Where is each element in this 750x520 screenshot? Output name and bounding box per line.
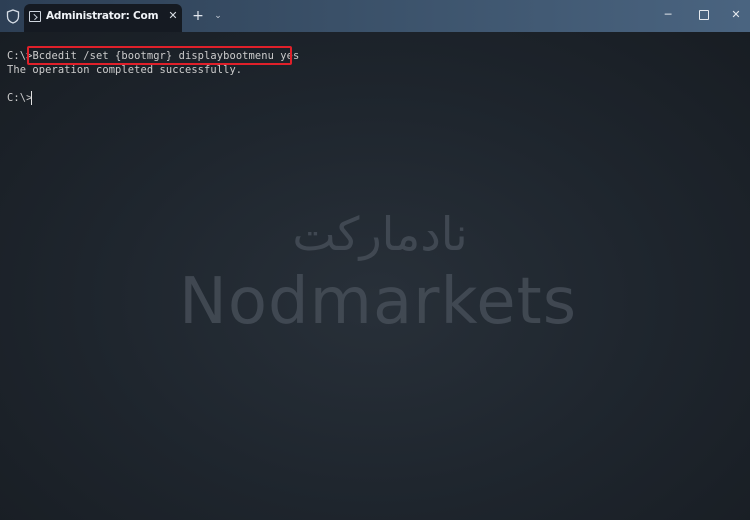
watermark-latin: Nodmarkets xyxy=(178,265,578,339)
text-cursor xyxy=(31,91,32,105)
tab-title: Administrator: Command Prompt xyxy=(46,10,158,22)
close-icon[interactable]: ✕ xyxy=(716,0,750,30)
close-icon[interactable]: ✕ xyxy=(166,9,180,23)
console-area[interactable]: C:\>Bcdedit /set {bootmgr} displaybootme… xyxy=(0,32,750,520)
command-highlight-box xyxy=(27,46,292,65)
shield-icon xyxy=(6,9,20,24)
terminal-icon xyxy=(29,11,41,22)
console-line-prompt: C:\> xyxy=(7,92,32,105)
title-bar[interactable]: Administrator: Command Prompt ✕ + ⌄ ─ ✕ xyxy=(0,0,750,32)
chevron-down-icon[interactable]: ⌄ xyxy=(212,9,224,23)
tab-command-prompt[interactable]: Administrator: Command Prompt ✕ xyxy=(24,4,182,32)
console-line-output: The operation completed successfully. xyxy=(7,64,243,76)
prompt: C:\> xyxy=(7,92,33,104)
watermark-arabic: نادمارکت xyxy=(292,207,468,261)
terminal-window: Administrator: Command Prompt ✕ + ⌄ ─ ✕ … xyxy=(0,0,750,520)
minimize-icon[interactable]: ─ xyxy=(648,0,688,30)
plus-icon[interactable]: + xyxy=(191,8,205,24)
